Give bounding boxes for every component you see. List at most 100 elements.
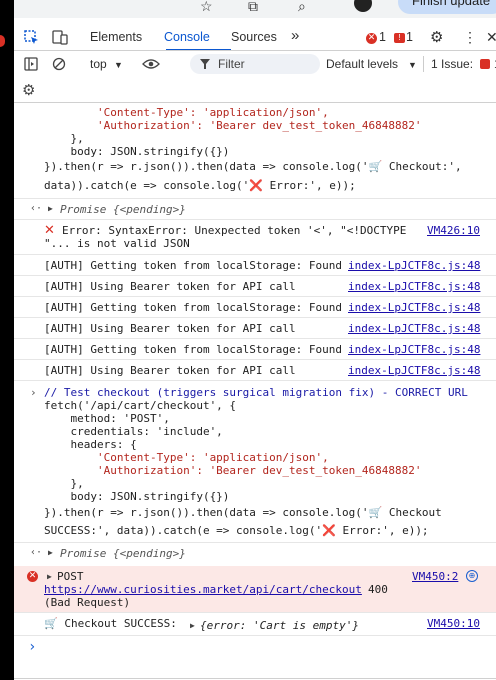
code-comment: // Test checkout (triggers surgical migr… (44, 386, 468, 399)
row-divider (14, 275, 496, 276)
inspect-element-icon[interactable] (24, 30, 39, 45)
live-expression-eye-icon[interactable] (142, 58, 160, 70)
row-divider (14, 359, 496, 360)
source-link[interactable]: index-LpJCTF8c.js:48 (348, 280, 480, 293)
error-circle-icon: ✕ (27, 571, 38, 582)
code-line: 'Authorization': 'Bearer dev_test_token_… (44, 464, 422, 477)
code-line: 'Content-Type': 'application/json', (44, 106, 329, 119)
error-x-icon: ✕ (44, 223, 55, 238)
sidebar-toggle-icon[interactable] (24, 57, 38, 71)
code-line: headers: { (44, 438, 137, 451)
settings-gear-icon[interactable]: ⚙ (430, 28, 443, 46)
row-divider (14, 380, 496, 381)
log-message: [AUTH] Using Bearer token for API call (44, 322, 296, 335)
row-divider (14, 612, 496, 613)
levels-chevron-icon[interactable]: ▼ (408, 60, 417, 70)
extension-icon[interactable]: ⧉ (248, 0, 258, 15)
row-divider (14, 219, 496, 220)
issues-flag-icon[interactable] (480, 59, 490, 69)
code-line: credentials: 'include', (44, 425, 223, 438)
issues-link[interactable]: 1 Issue: (431, 57, 473, 71)
source-link[interactable]: index-LpJCTF8c.js:48 (348, 343, 480, 356)
code-line: }).then(r => r.json()).then(data => cons… (44, 160, 462, 173)
syntax-error-message-cont: "... is not valid JSON (44, 237, 190, 250)
tab-sources[interactable]: Sources (231, 30, 277, 44)
status-text: (Bad Request) (44, 596, 131, 609)
console-prompt[interactable]: › (28, 639, 36, 655)
chevron-down-icon[interactable]: ▼ (114, 60, 123, 70)
code-line: fetch('/api/cart/checkout', { (44, 399, 237, 412)
expand-triangle-icon[interactable]: ▶ (48, 548, 53, 557)
source-link[interactable]: VM450:10 (427, 617, 480, 630)
result-arrow-icon: ‹· (30, 547, 43, 558)
row-divider (14, 338, 496, 339)
code-line: 'Authorization': 'Bearer dev_test_token_… (44, 119, 422, 132)
code-line: body: JSON.stringify({}) (44, 490, 230, 503)
code-line: method: 'POST', (44, 412, 170, 425)
code-line: SUCCESS:', data)).catch(e => console.log… (44, 524, 429, 537)
toolbar-divider-2 (14, 102, 496, 103)
left-window-strip (0, 0, 14, 680)
source-link[interactable]: index-LpJCTF8c.js:48 (348, 301, 480, 314)
promise-result[interactable]: Promise {<pending>} (60, 547, 186, 560)
code-line: body: JSON.stringify({}) (44, 145, 230, 158)
row-divider (14, 635, 496, 636)
source-link[interactable]: index-LpJCTF8c.js:48 (348, 259, 480, 272)
row-divider (14, 542, 496, 543)
avatar[interactable] (354, 0, 372, 12)
code-line: }, (44, 477, 84, 490)
devtools-tabbar: Elements Console Sources » ✕ 1 ! 1 ⚙ ⋮ ✕ (14, 26, 496, 51)
source-link[interactable]: index-LpJCTF8c.js:48 (348, 364, 480, 377)
code-line: }).then(r => r.json()).then(data => cons… (44, 506, 442, 519)
row-divider (14, 317, 496, 318)
code-line: }, (44, 132, 84, 145)
log-message: [AUTH] Using Bearer token for API call (44, 364, 296, 377)
kebab-menu-icon[interactable]: ⋮ (463, 29, 477, 46)
log-levels-dropdown[interactable]: Default levels (326, 57, 398, 71)
source-link[interactable]: index-LpJCTF8c.js:48 (348, 322, 480, 335)
log-message: [AUTH] Using Bearer token for API call (44, 280, 296, 293)
log-message: [AUTH] Getting token from localStorage: … (44, 301, 343, 314)
star-icon[interactable]: ☆ (200, 0, 213, 15)
log-message: [AUTH] Getting token from localStorage: … (44, 259, 343, 272)
expand-triangle-icon[interactable]: ▶ (48, 204, 53, 213)
row-divider (14, 254, 496, 255)
input-chevron-icon: › (30, 386, 37, 399)
tab-console[interactable]: Console (164, 30, 210, 44)
row-divider (14, 296, 496, 297)
browser-toolbar: ☆ ⧉ ⌕ Finish update (14, 0, 496, 18)
tabbar-divider (14, 50, 496, 51)
filter-funnel-icon (200, 59, 210, 69)
promise-result[interactable]: Promise {<pending>} (60, 203, 186, 216)
expand-triangle-icon[interactable]: ▶ (190, 621, 195, 630)
warning-count[interactable]: 1 (406, 30, 413, 44)
row-divider (14, 198, 496, 199)
log-message: [AUTH] Getting token from localStorage: … (44, 343, 343, 356)
code-line: 'Content-Type': 'application/json', (44, 451, 329, 464)
tab-elements[interactable]: Elements (90, 30, 142, 44)
error-count-icon[interactable]: ✕ (366, 33, 377, 44)
more-tabs-icon[interactable]: » (291, 27, 299, 44)
context-selector[interactable]: top (90, 57, 107, 71)
error-count[interactable]: 1 (379, 30, 386, 44)
device-toolbar-icon[interactable] (52, 30, 68, 45)
close-devtools-icon[interactable]: ✕ (486, 29, 496, 46)
expand-triangle-icon[interactable]: ▶ (47, 572, 52, 581)
code-line: data)).catch(e => console.log('❌ Error:'… (44, 179, 356, 192)
source-link[interactable]: VM450:2 (412, 570, 458, 583)
search-labs-icon[interactable]: ⌕ (298, 0, 306, 15)
issue-flag-icon[interactable]: ! (394, 33, 405, 43)
network-panel-icon[interactable]: ⊕ (466, 570, 478, 582)
success-object[interactable]: {error: 'Cart is empty'} (200, 619, 359, 632)
console-settings-gear-icon[interactable]: ⚙ (22, 81, 35, 99)
syntax-error-message: Error: SyntaxError: Unexpected token '<'… (62, 224, 407, 237)
request-url[interactable]: https://www.curiosities.market/api/cart/… (44, 583, 362, 596)
console-toolbar: top ▼ Filter Default levels ▼ 1 Issue: 1 (14, 52, 496, 76)
source-link[interactable]: VM426:10 (427, 224, 480, 237)
bottom-divider (14, 678, 496, 679)
request-method[interactable]: POST (57, 570, 84, 583)
filter-input[interactable]: Filter (190, 54, 320, 74)
status-code: 400 (368, 583, 388, 596)
finish-update-button[interactable]: Finish update (398, 0, 496, 14)
clear-console-icon[interactable] (52, 57, 66, 71)
